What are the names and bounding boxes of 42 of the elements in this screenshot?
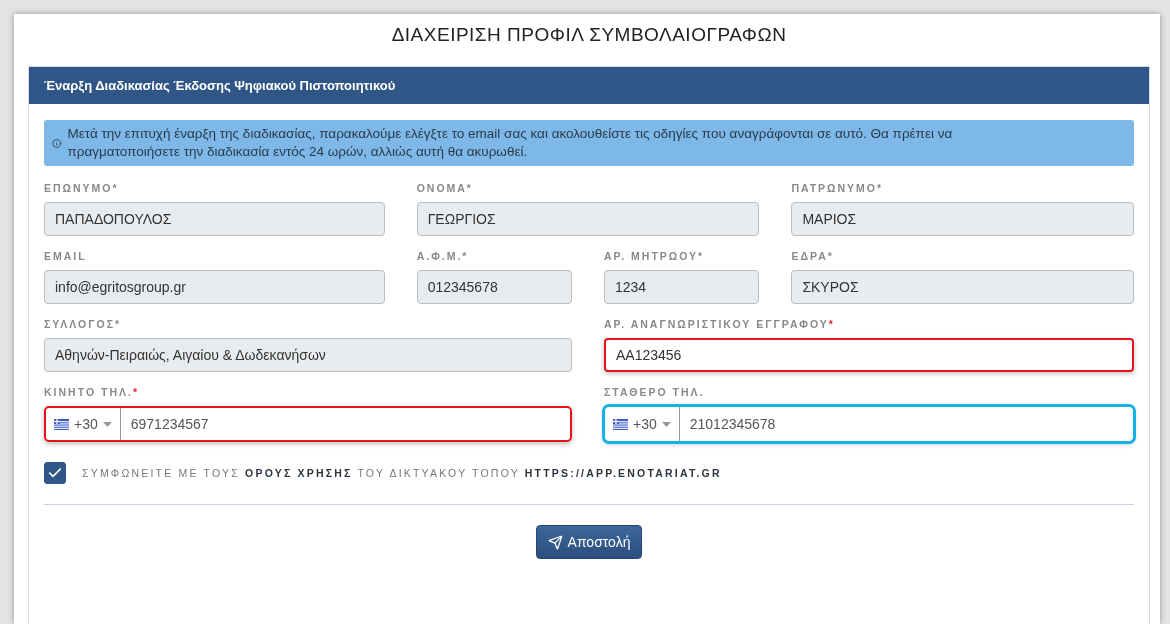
- phone-field[interactable]: +30 21012345678: [604, 406, 1134, 442]
- card-header: Έναρξη Διαδικασίας Έκδοσης Ψηφιακού Πιστοποιητικού: [29, 67, 1149, 104]
- submit-button[interactable]: Αποστολή: [535, 525, 643, 559]
- field-label: ΑΡ. ΑΝΑΓΝΩΡΙΣΤΙΚΟΥ ΕΓΓΡΑΦΟΥ: [604, 318, 829, 330]
- terms-text: ΣΥΜΦΩΝΕΙΤΕ ΜΕ ΤΟΥΣ ΟΡΟΥΣ ΧΡΗΣΗΣ ΤΟΥ ΔΙΚΤΥΑΚΟΥ ΤΟΠΟΥ HTTPS://APP.ENOTARIAT.GR: [82, 467, 722, 479]
- input-field[interactable]: ΣΚΥΡΟΣ: [791, 270, 1134, 304]
- country-code-dropdown[interactable]: +30: [605, 407, 680, 441]
- field-label: ΣΥΛΛΟΓΟΣ*: [44, 318, 122, 330]
- dial-code: +30: [74, 416, 98, 432]
- field-label: ΣΤΑΘΕΡΟ ΤΗΛ.: [604, 386, 705, 398]
- input-field[interactable]: info@egritosgroup.gr: [44, 270, 385, 304]
- page-title: ΔΙΑΧΕΙΡΙΣΗ ΠΡΟΦΙΛ ΣΥΜΒΟΛΑΙΟΓΡΑΦΩΝ: [390, 23, 788, 47]
- send-icon: [547, 534, 563, 550]
- info-icon: [52, 136, 62, 150]
- phone-value: 6971234567: [129, 415, 209, 434]
- country-code-dropdown[interactable]: +30: [46, 408, 121, 440]
- flag-icon: [613, 418, 628, 430]
- input-field[interactable]: ΜΑΡΙΟΣ: [791, 202, 1134, 236]
- field-label: ΕΔΡΑ*: [791, 250, 834, 262]
- caret-icon: [661, 421, 671, 427]
- input-field[interactable]: Αθηνών-Πειραιώς, Αιγαίου & Δωδεκανήσων: [44, 338, 572, 372]
- field-label: Α.Φ.Μ.*: [416, 250, 469, 262]
- field-label: ΟΝΟΜΑ*: [416, 182, 473, 194]
- required-mark: *: [828, 318, 833, 330]
- field-label: ΚΙΝΗΤΟ ΤΗΛ.: [44, 386, 133, 398]
- dial-code: +30: [633, 416, 657, 432]
- field-label: ΠΑΤΡΩΝΥΜΟ*: [791, 182, 884, 194]
- phone-value: 21012345678: [688, 415, 776, 434]
- terms-checkbox[interactable]: [44, 462, 66, 484]
- caret-icon: [102, 421, 112, 427]
- input-field[interactable]: ΠΑΠΑΔΟΠΟΥΛΟΣ: [44, 202, 385, 236]
- required-mark: *: [132, 386, 137, 398]
- field-label: EMAIL: [44, 250, 87, 262]
- info-message: Μετά την επιτυχή έναρξη της διαδικασίας, παρακαλούμε ελέγξτε το email σας και ακολουθείστε τις οδηγίες που αναγράφονται σε αυτό. Θα πρέπει να πραγματοποιήσετε την διαδικασία εντός 24 ωρών, αλλιώς αυτή θα ακυρωθεί.: [67, 125, 954, 161]
- input-field[interactable]: 1234: [604, 270, 760, 304]
- flag-icon: [54, 418, 69, 430]
- input-field[interactable]: 012345678: [416, 270, 572, 304]
- field-label: ΕΠΩΝΥΜΟ*: [44, 182, 119, 194]
- input-field[interactable]: ΓΕΩΡΓΙΟΣ: [416, 202, 760, 236]
- field-label: ΑΡ. ΜΗΤΡΩΟΥ*: [604, 250, 705, 262]
- input-field[interactable]: ΑΑ123456: [604, 338, 1134, 372]
- phone-field[interactable]: +30 6971234567: [44, 406, 572, 442]
